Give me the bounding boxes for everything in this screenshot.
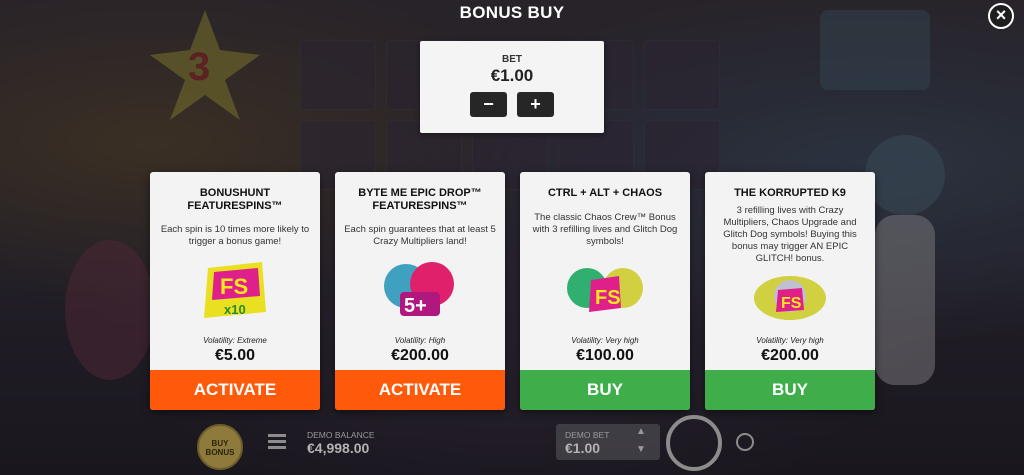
demo-bet-label: DEMO BET: [565, 430, 610, 440]
buy-button[interactable]: BUY: [520, 370, 690, 410]
icon-text: FS: [220, 274, 248, 299]
close-button[interactable]: ×: [988, 3, 1014, 29]
card-description: Each spin is 10 times more likely to tri…: [160, 224, 310, 247]
price-label: €100.00: [576, 347, 634, 364]
bonus-card-ctrl-alt-chaos: CTRL + ALT + CHAOS The classic Chaos Cre…: [520, 172, 690, 410]
bonus-card-byte-me-epic-drop: BYTE ME EPIC DROP™ FEATURESPINS™ Each sp…: [335, 172, 505, 410]
card-description: 3 refilling lives with Crazy Multipliers…: [723, 205, 857, 264]
buy-button[interactable]: BUY: [705, 370, 875, 410]
chevron-down-icon[interactable]: ▼: [636, 444, 646, 455]
card-description: The classic Chaos Crew™ Bonus with 3 ref…: [532, 212, 678, 247]
korrupted-k9-icon: FS: [754, 276, 826, 320]
autoplay-icon[interactable]: [736, 433, 754, 451]
volatility-label: Volatility: High: [394, 336, 446, 345]
bet-label: BET: [502, 54, 522, 65]
card-title: THE KORRUPTED K9: [734, 187, 846, 199]
bonus-card-bonushunt: BONUSHUNT FEATURESPINS™ Each spin is 10 …: [150, 172, 320, 410]
volatility-label: Volatility: Very high: [756, 336, 824, 345]
demo-bet-value: €1.00: [565, 440, 601, 456]
price-label: €5.00: [214, 347, 256, 364]
icon-text: FS: [595, 287, 621, 309]
bet-value: €1.00: [490, 66, 534, 85]
icon-text: FS: [781, 295, 802, 312]
card-title: CTRL + ALT + CHAOS: [547, 187, 663, 199]
chevron-up-icon[interactable]: ▲: [636, 426, 646, 437]
bet-increase-button[interactable]: +: [517, 92, 554, 117]
close-icon: ×: [995, 5, 1007, 25]
spin-button[interactable]: [666, 415, 722, 471]
menu-icon[interactable]: [268, 434, 286, 449]
activate-button[interactable]: ACTIVATE: [335, 370, 505, 410]
featurespins-x10-icon: FS x10: [204, 262, 266, 318]
icon-subtext: x10: [224, 302, 246, 317]
card-title: BONUSHUNT FEATURESPINS™: [187, 187, 283, 212]
card-title: BYTE ME EPIC DROP™ FEATURESPINS™: [358, 187, 482, 212]
activate-button[interactable]: ACTIVATE: [150, 370, 320, 410]
page-title: BONUS BUY: [459, 3, 565, 22]
price-label: €200.00: [391, 347, 449, 364]
icon-text: 5+: [404, 295, 427, 317]
bet-controls: − +: [420, 92, 604, 117]
bet-panel: BET €1.00 − +: [420, 41, 604, 133]
bet-decrease-button[interactable]: −: [470, 92, 507, 117]
bonus-card-korrupted-k9: THE KORRUPTED K9 3 refilling lives with …: [705, 172, 875, 410]
volatility-label: Volatility: Very high: [571, 336, 639, 345]
card-description: Each spin guarantees that at least 5 Cra…: [344, 224, 496, 247]
epic-drop-5plus-icon: 5+: [384, 262, 454, 317]
volatility-label: Volatility: Extreme: [203, 336, 267, 345]
balance-label: DEMO BALANCE: [307, 430, 375, 440]
bonus-cards: BONUSHUNT FEATURESPINS™ Each spin is 10 …: [150, 172, 875, 410]
price-label: €200.00: [761, 347, 819, 364]
buy-bonus-button[interactable]: BUY BONUS: [197, 424, 243, 470]
balance-value: €4,998.00: [307, 440, 370, 456]
chaos-featurespins-icon: FS: [567, 268, 643, 312]
